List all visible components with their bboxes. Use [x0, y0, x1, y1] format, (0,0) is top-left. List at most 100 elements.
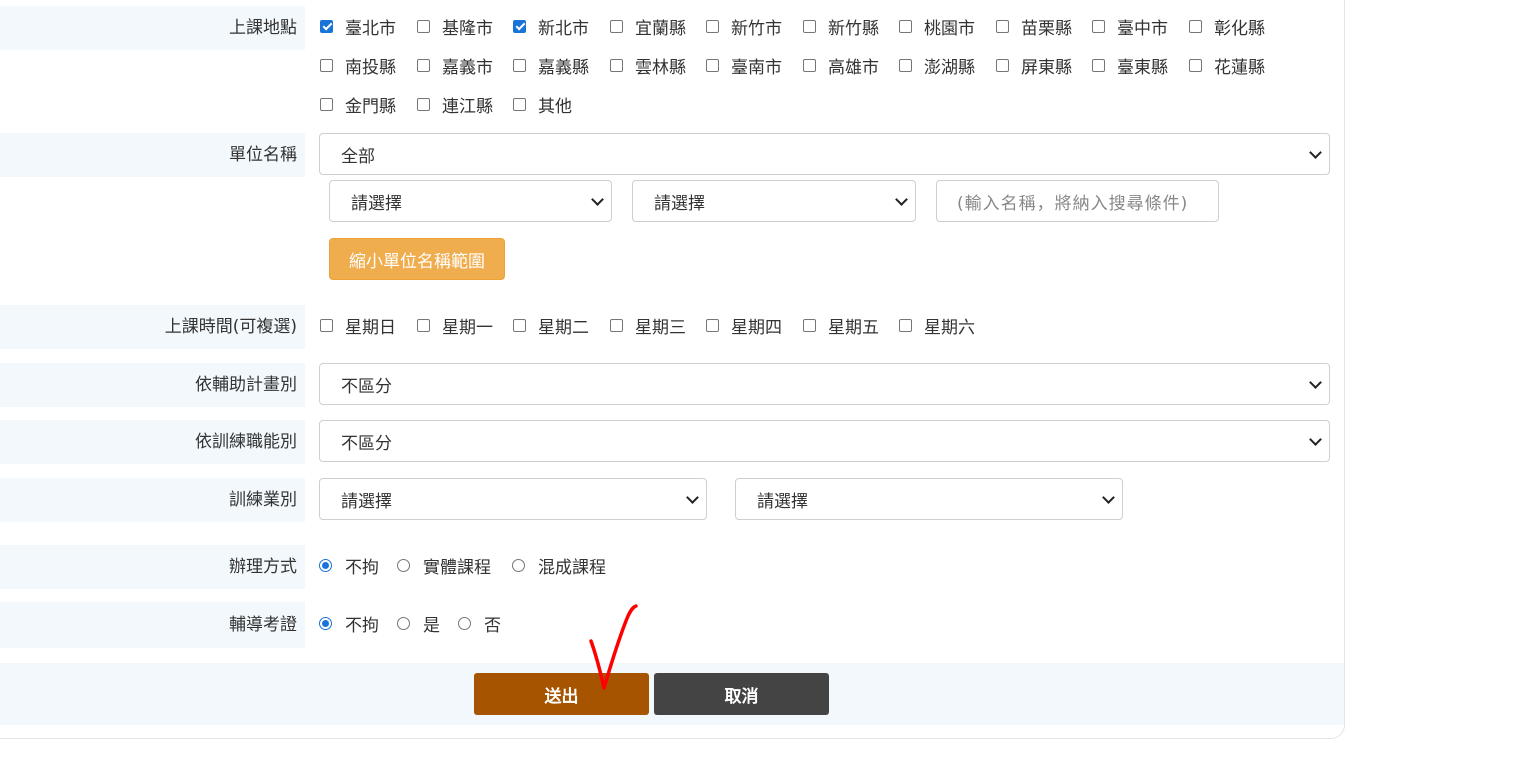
- location-option[interactable]: 臺南市: [706, 54, 782, 78]
- schedule-option[interactable]: 星期日: [320, 314, 396, 338]
- radio-button[interactable]: [397, 558, 410, 572]
- checkbox[interactable]: [996, 19, 1009, 33]
- radio-button-checked[interactable]: [319, 558, 332, 572]
- location-option[interactable]: 新竹市: [706, 15, 782, 39]
- checkbox[interactable]: [320, 97, 333, 111]
- unit-sub-select-2-value: 請選擇: [654, 193, 705, 214]
- chevron-down-icon: [686, 491, 699, 504]
- checkbox[interactable]: [320, 58, 333, 72]
- checkbox[interactable]: [1092, 58, 1105, 72]
- location-option[interactable]: 臺東縣: [1092, 54, 1168, 78]
- radio-button[interactable]: [397, 616, 410, 630]
- location-option[interactable]: 嘉義縣: [513, 54, 589, 78]
- location-option[interactable]: 嘉義市: [417, 54, 493, 78]
- checkbox[interactable]: [513, 58, 526, 72]
- location-option-label: 彰化縣: [1214, 18, 1265, 39]
- checkbox[interactable]: [1189, 19, 1202, 33]
- industry-select-1[interactable]: 請選擇: [319, 478, 707, 520]
- checkbox[interactable]: [803, 318, 816, 332]
- industry-select-1-value: 請選擇: [341, 491, 392, 512]
- schedule-option[interactable]: 星期二: [513, 314, 589, 338]
- location-option[interactable]: 金門縣: [320, 93, 396, 117]
- checkbox[interactable]: [513, 318, 526, 332]
- location-option-label: 桃園市: [924, 18, 975, 39]
- checkbox[interactable]: [803, 58, 816, 72]
- location-option-label: 其他: [538, 96, 572, 117]
- location-option[interactable]: 新竹縣: [803, 15, 879, 39]
- location-option[interactable]: 新北市: [513, 15, 589, 39]
- checkbox[interactable]: [706, 19, 719, 33]
- certification-option[interactable]: 是: [397, 612, 440, 636]
- location-option[interactable]: 花蓮縣: [1189, 54, 1265, 78]
- schedule-option[interactable]: 星期五: [803, 314, 879, 338]
- checkbox[interactable]: [803, 19, 816, 33]
- location-option-label: 基隆市: [442, 18, 493, 39]
- radio-button-checked[interactable]: [319, 616, 332, 630]
- location-option[interactable]: 連江縣: [417, 93, 493, 117]
- location-option[interactable]: 彰化縣: [1189, 15, 1265, 39]
- checkbox[interactable]: [417, 97, 430, 111]
- chevron-down-icon: [895, 193, 908, 206]
- checkbox-checked[interactable]: [320, 19, 333, 33]
- location-option[interactable]: 屏東縣: [996, 54, 1072, 78]
- checkbox[interactable]: [610, 318, 623, 332]
- location-option[interactable]: 其他: [513, 93, 572, 117]
- industry-label: 訓練業別: [0, 478, 305, 522]
- location-option[interactable]: 基隆市: [417, 15, 493, 39]
- location-option-label: 嘉義縣: [538, 57, 589, 78]
- method-option[interactable]: 不拘: [319, 554, 379, 578]
- checkbox[interactable]: [706, 58, 719, 72]
- location-option[interactable]: 臺中市: [1092, 15, 1168, 39]
- checkbox[interactable]: [899, 318, 912, 332]
- schedule-option-label: 星期二: [538, 317, 589, 338]
- checkbox[interactable]: [899, 58, 912, 72]
- checkbox[interactable]: [610, 58, 623, 72]
- location-option[interactable]: 宜蘭縣: [610, 15, 686, 39]
- checkbox[interactable]: [1189, 58, 1202, 72]
- location-option[interactable]: 桃園市: [899, 15, 975, 39]
- schedule-option[interactable]: 星期三: [610, 314, 686, 338]
- location-option-label: 金門縣: [345, 96, 396, 117]
- location-option[interactable]: 南投縣: [320, 54, 396, 78]
- checkbox[interactable]: [706, 318, 719, 332]
- location-option[interactable]: 高雄市: [803, 54, 879, 78]
- radio-button[interactable]: [458, 616, 471, 630]
- chevron-down-icon: [1309, 376, 1322, 389]
- checkbox-checked[interactable]: [513, 19, 526, 33]
- checkbox[interactable]: [320, 318, 333, 332]
- location-option[interactable]: 苗栗縣: [996, 15, 1072, 39]
- subsidy-select[interactable]: 不區分: [319, 363, 1330, 405]
- unit-name-input[interactable]: (輸入名稱，將納入搜尋條件): [936, 180, 1219, 222]
- subsidy-select-value: 不區分: [341, 376, 392, 397]
- cancel-button[interactable]: 取消: [654, 673, 829, 715]
- location-option[interactable]: 澎湖縣: [899, 54, 975, 78]
- location-option[interactable]: 雲林縣: [610, 54, 686, 78]
- schedule-option-label: 星期一: [442, 317, 493, 338]
- schedule-option[interactable]: 星期一: [417, 314, 493, 338]
- checkbox[interactable]: [1092, 19, 1105, 33]
- checkbox[interactable]: [417, 58, 430, 72]
- unit-main-select[interactable]: 全部: [319, 133, 1330, 175]
- function-select[interactable]: 不區分: [319, 420, 1330, 462]
- schedule-option-label: 星期日: [345, 317, 396, 338]
- radio-button[interactable]: [512, 558, 525, 572]
- checkbox[interactable]: [899, 19, 912, 33]
- industry-select-2[interactable]: 請選擇: [735, 478, 1123, 520]
- checkbox[interactable]: [996, 58, 1009, 72]
- checkbox[interactable]: [417, 19, 430, 33]
- schedule-option[interactable]: 星期四: [706, 314, 782, 338]
- narrow-unit-button[interactable]: 縮小單位名稱範圍: [329, 238, 505, 280]
- method-option[interactable]: 實體課程: [397, 554, 491, 578]
- checkbox[interactable]: [610, 19, 623, 33]
- schedule-option[interactable]: 星期六: [899, 314, 975, 338]
- method-option[interactable]: 混成課程: [512, 554, 606, 578]
- checkbox[interactable]: [513, 97, 526, 111]
- certification-option[interactable]: 否: [458, 612, 501, 636]
- location-option-label: 嘉義市: [442, 57, 493, 78]
- location-option[interactable]: 臺北市: [320, 15, 396, 39]
- checkbox[interactable]: [417, 318, 430, 332]
- certification-option[interactable]: 不拘: [319, 612, 379, 636]
- unit-sub-select-1[interactable]: 請選擇: [329, 180, 612, 222]
- submit-button[interactable]: 送出: [474, 673, 649, 715]
- unit-sub-select-2[interactable]: 請選擇: [632, 180, 916, 222]
